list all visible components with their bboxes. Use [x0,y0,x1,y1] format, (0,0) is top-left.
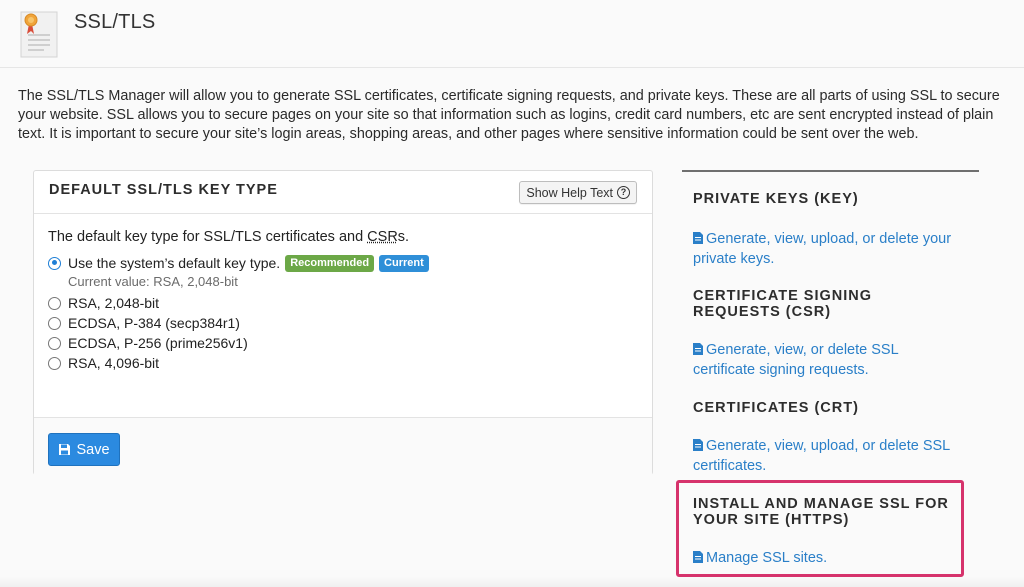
section-heading: CERTIFICATE SIGNING REQUESTS (CSR) [693,288,873,320]
help-icon: ? [617,186,630,199]
current-value-text: Current value: RSA, 2,048-bit [68,274,238,289]
key-option-rsa-2048[interactable]: RSA, 2,048-bit [48,293,638,313]
radio-rsa-2048[interactable] [48,296,61,310]
document-icon [693,439,703,451]
sidebar: PRIVATE KEYS (KEY) Generate, view, uploa… [682,170,979,566]
panel-footer: Save [34,417,652,475]
csr-abbr: CSR [367,229,398,245]
radio-rsa-4096[interactable] [48,356,61,370]
sidebar-divider [682,170,979,172]
link-text: Generate, view, or delete SSL certificat… [693,342,899,378]
section-csr: CERTIFICATE SIGNING REQUESTS (CSR) Gener… [693,288,963,380]
help-button-label: Show Help Text [526,185,613,200]
link-csr[interactable]: Generate, view, or delete SSL certificat… [693,340,963,380]
radio-ecdsa-p384[interactable] [48,316,61,330]
option-label: RSA, 4,096-bit [68,355,160,371]
section-certificates: CERTIFICATES (CRT) Generate, view, uploa… [693,400,963,476]
page-title: SSL/TLS [74,11,156,33]
option-label: ECDSA, P-384 (secp384r1) [68,315,240,331]
show-help-text-button[interactable]: Show Help Text ? [519,181,637,204]
key-option-ecdsa-p384[interactable]: ECDSA, P-384 (secp384r1) [48,313,638,333]
panel-header: DEFAULT SSL/TLS KEY TYPE Show Help Text … [34,171,652,214]
desc-text: The default key type for SSL/TLS certifi… [48,229,368,245]
certificate-icon [20,11,58,58]
link-private-keys[interactable]: Generate, view, upload, or delete your p… [693,229,963,269]
panel-body: The default key type for SSL/TLS certifi… [48,229,638,373]
key-type-panel: DEFAULT SSL/TLS KEY TYPE Show Help Text … [33,170,653,475]
highlight-annotation-box [676,480,964,577]
panel-description: The default key type for SSL/TLS certifi… [48,229,638,245]
section-private-keys: PRIVATE KEYS (KEY) Generate, view, uploa… [693,191,963,269]
radio-system-default[interactable] [48,256,61,270]
key-option-ecdsa-p256[interactable]: ECDSA, P-256 (prime256v1) [48,333,638,353]
current-badge: Current [379,254,429,272]
option-label: Use the system’s default key type. [68,255,281,271]
bottom-edge [0,577,1024,587]
save-button[interactable]: Save [48,433,120,466]
page-header: SSL/TLS [0,0,1024,68]
document-icon [693,343,703,355]
link-text: Generate, view, upload, or delete your p… [693,231,952,267]
link-text: Generate, view, upload, or delete SSL ce… [693,438,950,474]
option-label: ECDSA, P-256 (prime256v1) [68,335,248,351]
save-label: Save [76,441,110,458]
section-heading: PRIVATE KEYS (KEY) [693,191,859,207]
desc-suffix: s. [397,229,410,245]
link-certificates[interactable]: Generate, view, upload, or delete SSL ce… [693,436,963,476]
key-option-rsa-4096[interactable]: RSA, 4,096-bit [48,353,638,373]
document-icon [693,232,703,244]
key-option-system-default[interactable]: Use the system’s default key type. Recom… [48,253,638,273]
recommended-badge: Recommended [285,254,375,272]
save-icon [59,444,71,455]
section-heading: CERTIFICATES (CRT) [693,400,859,416]
option-label: RSA, 2,048-bit [68,295,160,311]
intro-text: The SSL/TLS Manager will allow you to ge… [18,88,1000,142]
panel-title: DEFAULT SSL/TLS KEY TYPE [49,182,278,198]
radio-ecdsa-p256[interactable] [48,336,61,350]
